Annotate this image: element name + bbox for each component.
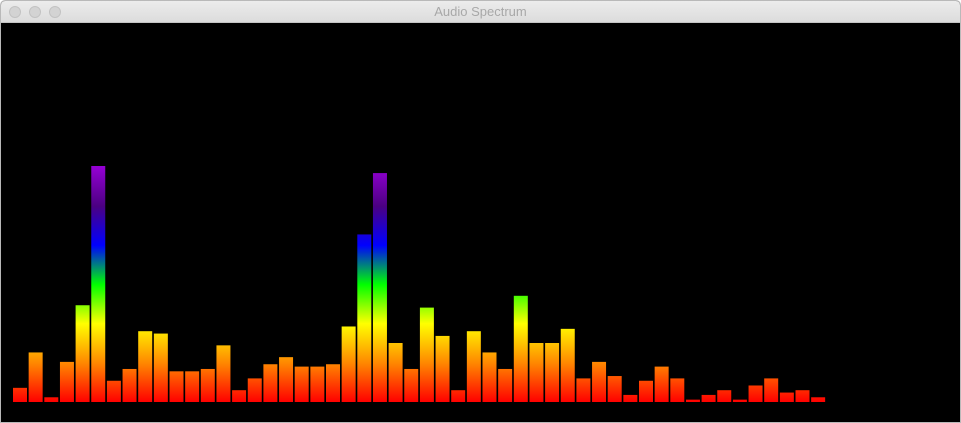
spectrum-bar [13,387,27,402]
spectrum-bar [435,335,450,402]
spectrum-bar [779,392,794,402]
spectrum-bar [138,331,153,402]
spectrum-bar [372,173,387,402]
spectrum-bar [748,385,763,402]
title-bar[interactable]: Audio Spectrum [1,1,960,23]
spectrum-bar [685,399,700,402]
spectrum-bar [106,380,121,402]
spectrum-chart [13,166,826,402]
spectrum-bar [513,295,528,402]
spectrum-bar [419,307,434,402]
spectrum-bar [388,343,403,402]
spectrum-bar [357,234,372,402]
window-title: Audio Spectrum [434,4,527,19]
spectrum-bar [545,343,560,402]
spectrum-bar [639,380,653,402]
spectrum-bar [717,390,732,402]
spectrum-bar [576,378,591,402]
spectrum-bar [91,166,106,402]
spectrum-bar [279,357,294,402]
spectrum-bar [153,333,168,402]
spectrum-bar [498,368,513,402]
spectrum-bar [466,331,481,402]
spectrum-bar [795,390,810,402]
spectrum-bar [592,361,607,402]
spectrum-bar [294,366,309,402]
audio-spectrum-window: Audio Spectrum [0,0,961,423]
spectrum-bar [811,397,826,402]
spectrum-bars [13,166,826,402]
spectrum-bar [623,394,638,402]
spectrum-bar [341,326,356,402]
spectrum-bar [75,305,90,402]
spectrum-bar [232,390,247,402]
spectrum-bar [122,368,137,402]
spectrum-bar [169,371,184,402]
spectrum-bar [451,390,466,402]
spectrum-canvas [1,23,960,422]
spectrum-bar [310,366,325,402]
spectrum-bar [701,394,716,402]
spectrum-bar [185,371,200,402]
spectrum-bar [28,352,43,402]
spectrum-bar [482,352,497,402]
spectrum-bar [216,345,231,402]
spectrum-bar [326,364,340,402]
spectrum-bar [654,366,669,402]
spectrum-bar [59,361,74,402]
spectrum-bar [560,328,575,402]
spectrum-bar [247,378,262,402]
spectrum-bar [670,378,685,402]
spectrum-bar [404,368,419,402]
spectrum-bar [263,364,278,402]
spectrum-bar [529,343,544,402]
spectrum-bar [44,397,59,402]
spectrum-bar [764,378,779,402]
spectrum-bar [607,376,622,402]
spectrum-bar [200,368,215,402]
spectrum-bar [732,399,747,402]
